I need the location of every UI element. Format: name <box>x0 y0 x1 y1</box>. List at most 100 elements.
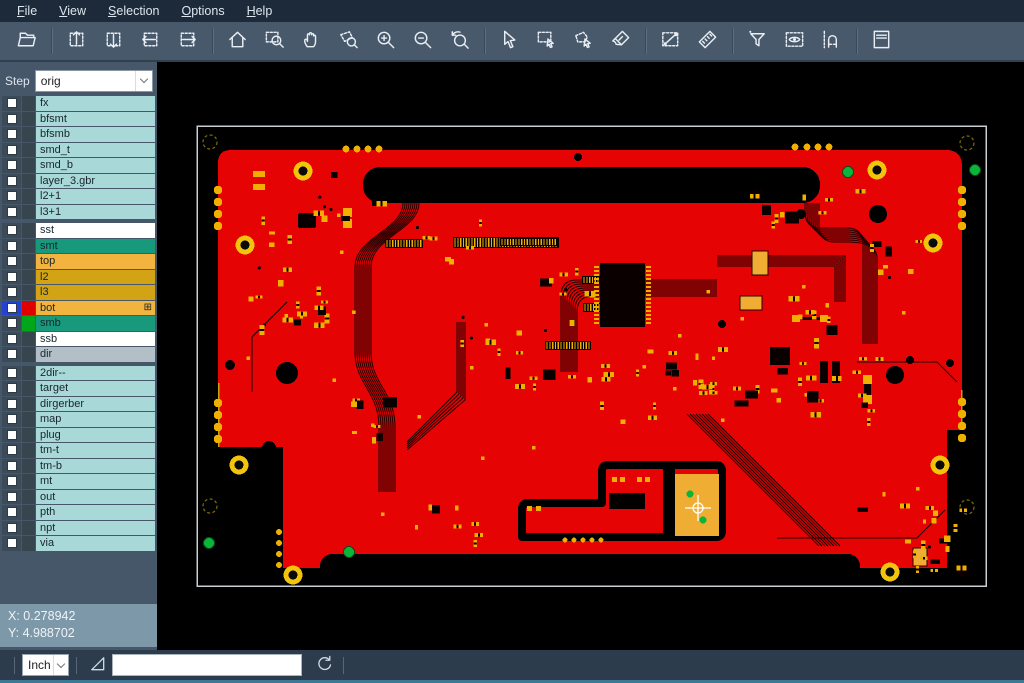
layer-color-swatch[interactable] <box>22 239 35 254</box>
home-view-button[interactable] <box>219 24 256 58</box>
layer-color-swatch[interactable] <box>22 301 35 316</box>
layer-row-smt[interactable]: smt <box>2 239 155 254</box>
layer-name-label[interactable]: bfsmt <box>36 112 155 127</box>
layer-color-swatch[interactable] <box>22 490 35 505</box>
layer-color-swatch[interactable] <box>22 270 35 285</box>
layer-row-top[interactable]: top <box>2 254 155 269</box>
command-input[interactable] <box>112 654 302 676</box>
pan-right-button[interactable] <box>169 24 206 58</box>
layer-visibility-checkbox[interactable] <box>7 399 17 409</box>
layer-row-tm-b[interactable]: tm-b <box>2 459 155 474</box>
layer-row-l2+1[interactable]: l2+1 <box>2 189 155 204</box>
layer-color-swatch[interactable] <box>22 459 35 474</box>
layer-name-label[interactable]: dirgerber <box>36 397 155 412</box>
layer-color-swatch[interactable] <box>22 127 35 142</box>
layer-name-label[interactable]: dir <box>36 347 155 362</box>
layer-row-target[interactable]: target <box>2 381 155 396</box>
layer-color-swatch[interactable] <box>22 205 35 220</box>
layer-row-via[interactable]: via <box>2 536 155 551</box>
layer-name-label[interactable]: mt <box>36 474 155 489</box>
layer-row-plug[interactable]: plug <box>2 428 155 443</box>
layer-name-label[interactable]: smd_b <box>36 158 155 173</box>
layer-name-label[interactable]: bot⊞ <box>36 301 155 316</box>
layer-row-out[interactable]: out <box>2 490 155 505</box>
layer-color-swatch[interactable] <box>22 474 35 489</box>
layer-name-label[interactable]: tm-b <box>36 459 155 474</box>
layer-name-label[interactable]: bfsmb <box>36 127 155 142</box>
layer-color-swatch[interactable] <box>22 521 35 536</box>
layer-color-swatch[interactable] <box>22 189 35 204</box>
layer-row-l2[interactable]: l2 <box>2 270 155 285</box>
layer-visibility-checkbox[interactable] <box>7 160 17 170</box>
zoom-out-button[interactable] <box>404 24 441 58</box>
layer-color-swatch[interactable] <box>22 347 35 362</box>
layers-dialog-button[interactable] <box>863 24 900 58</box>
layer-row-sst[interactable]: sst <box>2 223 155 238</box>
layer-name-label[interactable]: smt <box>36 239 155 254</box>
layer-row-smd_t[interactable]: smd_t <box>2 143 155 158</box>
layer-color-swatch[interactable] <box>22 366 35 381</box>
layer-name-label[interactable]: 2dir-- <box>36 366 155 381</box>
menu-help[interactable]: Help <box>236 1 284 21</box>
layer-visibility-checkbox[interactable] <box>7 114 17 124</box>
layer-color-swatch[interactable] <box>22 316 35 331</box>
menu-file[interactable]: File <box>6 1 48 21</box>
layer-name-label[interactable]: pth <box>36 505 155 520</box>
layer-row-smd_b[interactable]: smd_b <box>2 158 155 173</box>
zoom-window-button[interactable] <box>256 24 293 58</box>
zoom-polygon-button[interactable] <box>330 24 367 58</box>
layer-row-l3+1[interactable]: l3+1 <box>2 205 155 220</box>
measure-ruler-button[interactable] <box>689 24 726 58</box>
select-pointer-button[interactable] <box>491 24 528 58</box>
layer-name-label[interactable]: plug <box>36 428 155 443</box>
pan-hand-button[interactable] <box>293 24 330 58</box>
layer-row-pth[interactable]: pth <box>2 505 155 520</box>
layer-color-swatch[interactable] <box>22 443 35 458</box>
layer-visibility-checkbox[interactable] <box>7 272 17 282</box>
unit-select[interactable]: Inch <box>22 654 69 676</box>
layer-row-bot[interactable]: bot⊞ <box>2 301 155 316</box>
layer-name-label[interactable]: smd_t <box>36 143 155 158</box>
layer-color-swatch[interactable] <box>22 397 35 412</box>
layer-visibility-checkbox[interactable] <box>7 414 17 424</box>
layer-color-swatch[interactable] <box>22 505 35 520</box>
pcb-viewport[interactable] <box>157 62 1024 650</box>
layer-name-label[interactable]: l2+1 <box>36 189 155 204</box>
layer-color-swatch[interactable] <box>22 112 35 127</box>
layer-color-swatch[interactable] <box>22 223 35 238</box>
refresh-button[interactable] <box>310 653 336 677</box>
layer-name-label[interactable]: npt <box>36 521 155 536</box>
layer-color-swatch[interactable] <box>22 143 35 158</box>
layer-visibility-checkbox[interactable] <box>7 349 17 359</box>
select-polygon-button[interactable] <box>565 24 602 58</box>
pan-down-button[interactable] <box>95 24 132 58</box>
layer-color-swatch[interactable] <box>22 332 35 347</box>
layer-visibility-checkbox[interactable] <box>7 98 17 108</box>
layer-visibility-checkbox[interactable] <box>7 523 17 533</box>
layer-visibility-checkbox[interactable] <box>7 334 17 344</box>
measure-angle-button[interactable] <box>84 653 110 677</box>
layer-name-label[interactable]: layer_3.gbr <box>36 174 155 189</box>
layer-color-swatch[interactable] <box>22 381 35 396</box>
menu-selection[interactable]: Selection <box>97 1 170 21</box>
layer-visibility-checkbox[interactable] <box>7 176 17 186</box>
filter-button[interactable] <box>739 24 776 58</box>
layer-color-swatch[interactable] <box>22 96 35 111</box>
pan-up-button[interactable] <box>58 24 95 58</box>
layer-visibility-checkbox[interactable] <box>7 476 17 486</box>
layer-color-swatch[interactable] <box>22 428 35 443</box>
layer-visibility-checkbox[interactable] <box>7 256 17 266</box>
layer-visibility-checkbox[interactable] <box>7 318 17 328</box>
layer-color-swatch[interactable] <box>22 174 35 189</box>
layer-row-fx[interactable]: fx <box>2 96 155 111</box>
layer-row-npt[interactable]: npt <box>2 521 155 536</box>
layer-row-map[interactable]: map <box>2 412 155 427</box>
pan-left-button[interactable] <box>132 24 169 58</box>
layer-name-label[interactable]: tm-t <box>36 443 155 458</box>
layer-name-label[interactable]: smb <box>36 316 155 331</box>
layer-visibility-checkbox[interactable] <box>7 287 17 297</box>
step-select[interactable]: orig <box>35 70 153 92</box>
layer-row-2dir--[interactable]: 2dir-- <box>2 366 155 381</box>
layer-name-label[interactable]: l3+1 <box>36 205 155 220</box>
layer-name-label[interactable]: via <box>36 536 155 551</box>
